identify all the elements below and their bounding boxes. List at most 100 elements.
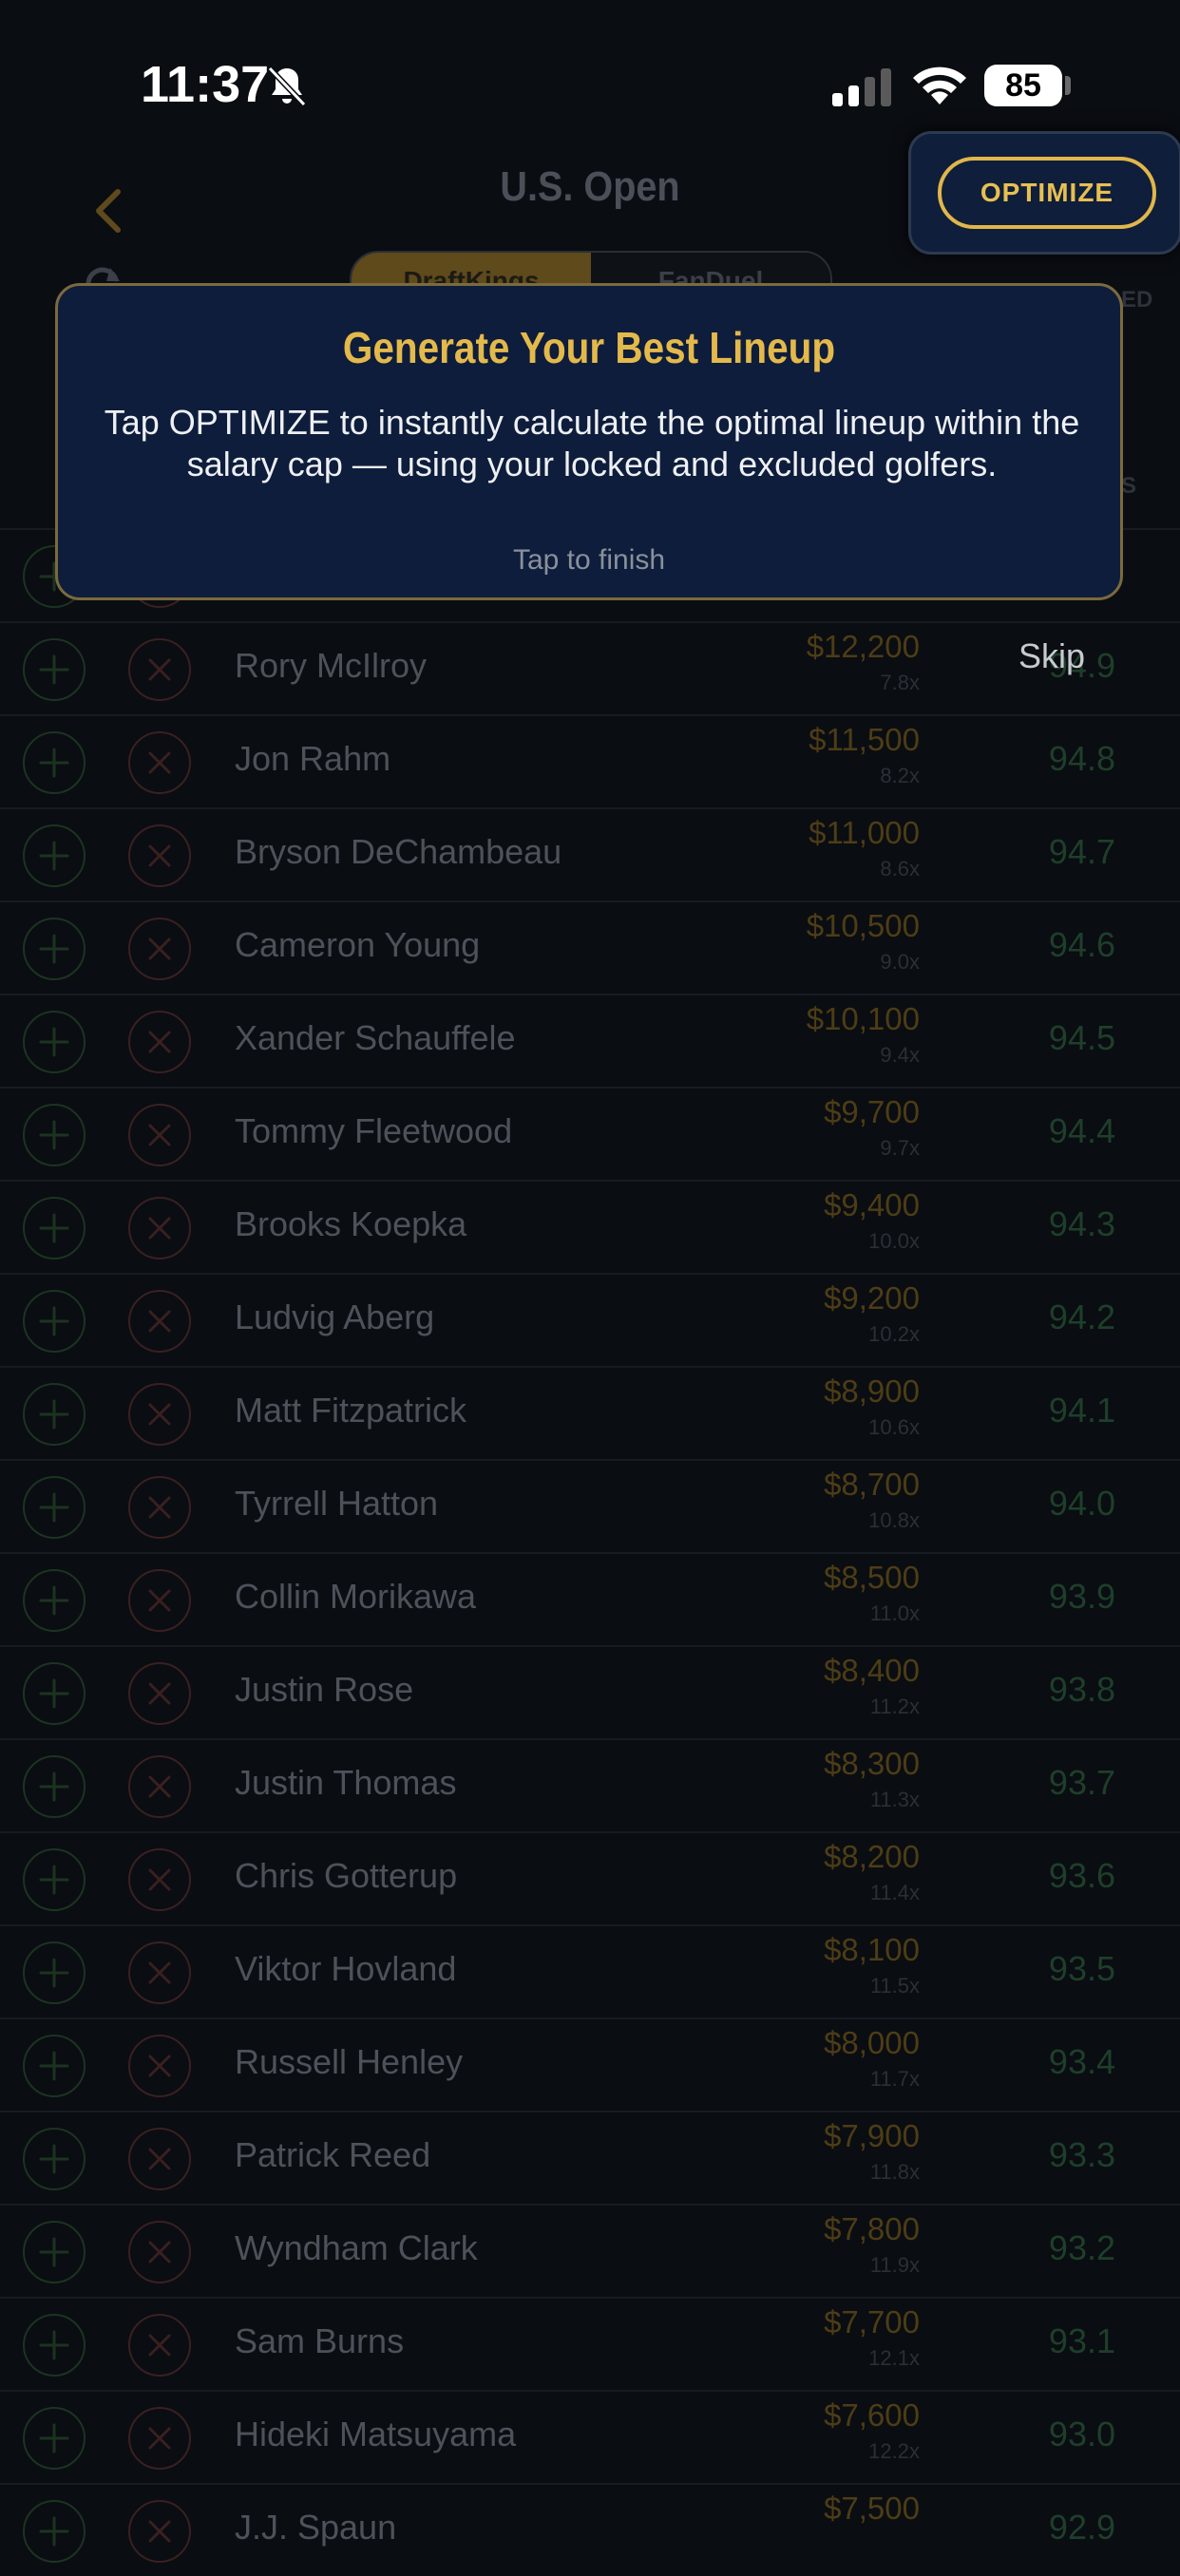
golfer-name: Sam Burns	[235, 2321, 405, 2360]
golfer-row[interactable]: Tyrrell Hatton $8,700 10.8x 94.0	[0, 1459, 1180, 1552]
exclude-golfer-button[interactable]	[128, 1104, 191, 1166]
exclude-golfer-button[interactable]	[128, 1941, 191, 2004]
plus-icon	[39, 1306, 69, 1336]
lock-golfer-button[interactable]	[23, 2407, 86, 2470]
tap-to-finish-button[interactable]: Tap to finish	[58, 544, 1120, 577]
exclude-golfer-button[interactable]	[128, 824, 191, 887]
lock-golfer-button[interactable]	[23, 2128, 86, 2190]
golfer-row[interactable]: Bryson DeChambeau $11,000 8.6x 94.7	[0, 807, 1180, 900]
golfer-row[interactable]: Matt Fitzpatrick $8,900 10.6x 94.1	[0, 1366, 1180, 1459]
golfer-score: 94.1	[1048, 1391, 1115, 1430]
exclude-golfer-button[interactable]	[128, 1197, 191, 1260]
lock-golfer-button[interactable]	[23, 1011, 86, 1073]
lock-golfer-button[interactable]	[23, 2221, 86, 2283]
golfer-row[interactable]: Rory McIlroy $12,200 7.8x 94.9	[0, 621, 1180, 714]
optimize-spotlight: OPTIMIZE	[908, 131, 1180, 255]
golfer-score: 93.4	[1048, 2042, 1115, 2081]
golfer-row[interactable]: Xander Schauffele $10,100 9.4x 94.5	[0, 994, 1180, 1087]
lock-golfer-button[interactable]	[23, 1848, 86, 1911]
golfer-row[interactable]: Viktor Hovland $8,100 11.5x 93.5	[0, 1924, 1180, 2017]
exclude-golfer-button[interactable]	[128, 1569, 191, 1632]
golfer-name: Rory McIlroy	[235, 646, 428, 685]
golfer-name: Collin Morikawa	[235, 1577, 477, 1616]
golfer-row[interactable]: Sam Burns $7,700 12.1x 93.1	[0, 2297, 1180, 2390]
golfer-name: Justin Thomas	[235, 1763, 457, 1802]
plus-icon	[39, 2051, 69, 2081]
golfer-row[interactable]: Justin Rose $8,400 11.2x 93.8	[0, 1645, 1180, 1738]
wifi-icon	[913, 66, 966, 104]
golfer-multiplier: 10.0x	[868, 1229, 920, 1253]
golfer-row[interactable]: Ludvig Aberg $9,200 10.2x 94.2	[0, 1273, 1180, 1366]
golfer-row[interactable]: Patrick Reed $7,900 11.8x 93.3	[0, 2111, 1180, 2204]
golfer-row[interactable]: Jon Rahm $11,500 8.2x 94.8	[0, 714, 1180, 807]
lock-golfer-button[interactable]	[23, 824, 86, 887]
exclude-golfer-button[interactable]	[128, 1011, 191, 1073]
golfer-row[interactable]: Justin Thomas $8,300 11.3x 93.7	[0, 1738, 1180, 1831]
onboarding-tooltip[interactable]: Generate Your Best Lineup Tap OPTIMIZE t…	[55, 283, 1123, 600]
plus-icon	[39, 1027, 69, 1057]
exclude-golfer-button[interactable]	[128, 2128, 191, 2190]
plus-icon	[39, 1585, 69, 1616]
golfer-salary: $7,700	[824, 2304, 920, 2339]
golfer-row[interactable]: Cameron Young $10,500 9.0x 94.6	[0, 900, 1180, 994]
golfer-score: 93.1	[1048, 2321, 1115, 2360]
exclude-golfer-button[interactable]	[128, 1290, 191, 1353]
golfer-row[interactable]: Brooks Koepka $9,400 10.0x 94.3	[0, 1180, 1180, 1273]
exclude-golfer-button[interactable]	[128, 1755, 191, 1818]
x-icon	[148, 2520, 171, 2543]
x-icon	[148, 751, 171, 774]
lock-golfer-button[interactable]	[23, 1104, 86, 1166]
golfer-name: Wyndham Clark	[235, 2228, 478, 2267]
golfer-row[interactable]: Wyndham Clark $7,800 11.9x 93.2	[0, 2204, 1180, 2297]
golfer-salary: $8,700	[824, 1467, 920, 1502]
plus-icon	[39, 1958, 69, 1988]
exclude-golfer-button[interactable]	[128, 1848, 191, 1911]
golfer-row[interactable]: Chris Gotterup $8,200 11.4x 93.6	[0, 1831, 1180, 1924]
golfer-row[interactable]: Collin Morikawa $8,500 11.0x 93.9	[0, 1552, 1180, 1645]
lock-golfer-button[interactable]	[23, 2314, 86, 2377]
lock-golfer-button[interactable]	[23, 1197, 86, 1260]
lock-golfer-button[interactable]	[23, 731, 86, 794]
lock-golfer-button[interactable]	[23, 2500, 86, 2563]
golfer-salary: $11,000	[809, 815, 920, 850]
lock-golfer-button[interactable]	[23, 1755, 86, 1818]
lock-golfer-button[interactable]	[23, 1476, 86, 1539]
golfer-score: 93.9	[1048, 1577, 1115, 1616]
lock-golfer-button[interactable]	[23, 1941, 86, 2004]
lock-golfer-button[interactable]	[23, 1383, 86, 1446]
golfer-name: Cameron Young	[235, 925, 481, 964]
exclude-golfer-button[interactable]	[128, 1476, 191, 1539]
golfer-score: 94.6	[1048, 925, 1115, 964]
golfer-score: 94.5	[1048, 1018, 1115, 1057]
exclude-golfer-button[interactable]	[128, 638, 191, 701]
x-icon	[148, 1403, 171, 1426]
golfer-row[interactable]: J.J. Spaun $7,500 92.9	[0, 2483, 1180, 2576]
exclude-golfer-button[interactable]	[128, 1383, 191, 1446]
lock-golfer-button[interactable]	[23, 1662, 86, 1725]
optimize-button[interactable]: OPTIMIZE	[938, 157, 1156, 229]
golfer-multiplier: 8.6x	[880, 857, 920, 881]
x-icon	[148, 1682, 171, 1705]
lock-golfer-button[interactable]	[23, 2035, 86, 2097]
column-header-score: S	[1121, 473, 1137, 499]
lock-golfer-button[interactable]	[23, 1290, 86, 1353]
golfer-name: Chris Gotterup	[235, 1856, 458, 1895]
exclude-golfer-button[interactable]	[128, 2407, 191, 2470]
lock-golfer-button[interactable]	[23, 1569, 86, 1632]
lock-golfer-button[interactable]	[23, 638, 86, 701]
exclude-golfer-button[interactable]	[128, 2221, 191, 2283]
exclude-golfer-button[interactable]	[128, 918, 191, 980]
exclude-golfer-button[interactable]	[128, 2035, 191, 2097]
exclude-golfer-button[interactable]	[128, 1662, 191, 1725]
golfer-row[interactable]: Russell Henley $8,000 11.7x 93.4	[0, 2017, 1180, 2111]
golfer-score: 94.8	[1048, 739, 1115, 778]
exclude-golfer-button[interactable]	[128, 2500, 191, 2563]
skip-button[interactable]: Skip	[1018, 636, 1085, 676]
golfer-row[interactable]: Hideki Matsuyama $7,600 12.2x 93.0	[0, 2390, 1180, 2483]
lock-golfer-button[interactable]	[23, 918, 86, 980]
golfer-row[interactable]: Tommy Fleetwood $9,700 9.7x 94.4	[0, 1087, 1180, 1180]
status-time: 11:37	[141, 56, 270, 113]
exclude-golfer-button[interactable]	[128, 2314, 191, 2377]
x-icon	[148, 1775, 171, 1798]
exclude-golfer-button[interactable]	[128, 731, 191, 794]
